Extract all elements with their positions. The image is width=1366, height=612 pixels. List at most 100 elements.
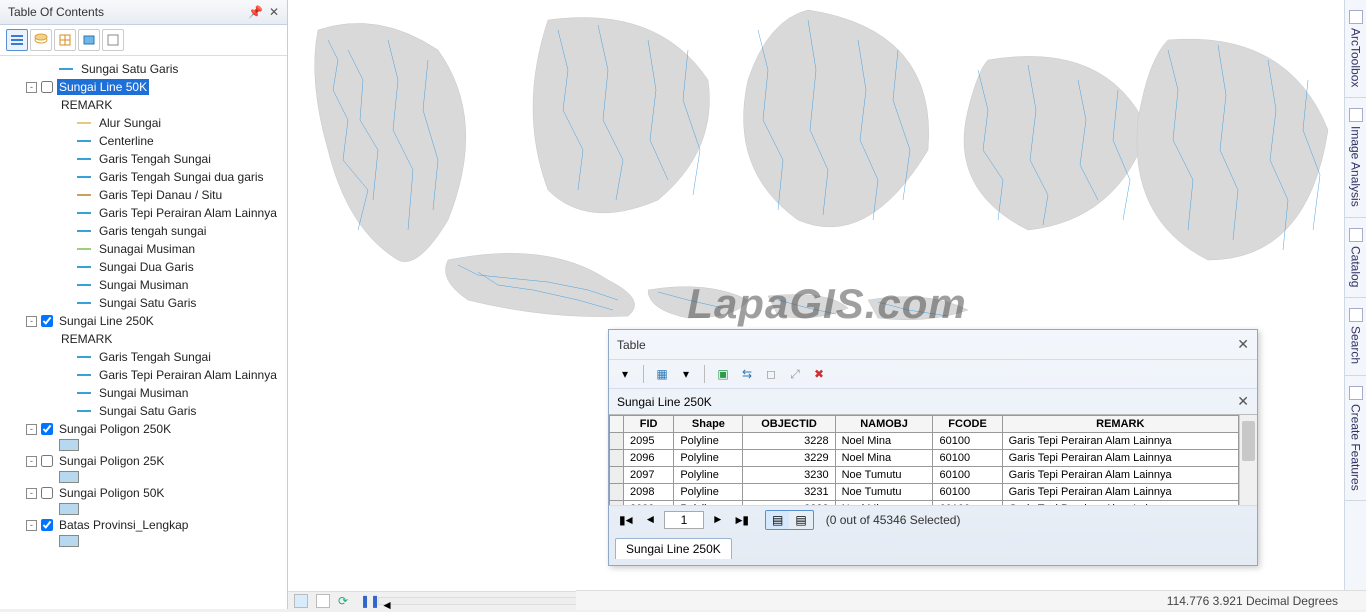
tree-item[interactable]: Sungai Satu Garis	[0, 294, 287, 312]
list-by-source-button[interactable]	[30, 29, 52, 51]
tree-item[interactable]: REMARK	[0, 330, 287, 348]
layer-checkbox[interactable]	[41, 455, 53, 467]
expand-toggle[interactable]: -	[26, 424, 37, 435]
tree-item[interactable]: Garis Tengah Sungai	[0, 150, 287, 168]
select-by-attributes-button[interactable]: ▣	[713, 364, 733, 384]
cell[interactable]: Garis Tepi Perairan Alam Lainnya	[1002, 450, 1238, 467]
side-tab-arctoolbox[interactable]: ArcToolbox	[1345, 0, 1366, 98]
expand-toggle[interactable]: -	[26, 488, 37, 499]
column-header[interactable]: FCODE	[933, 416, 1002, 433]
cell[interactable]: Polyline	[674, 467, 743, 484]
layer-checkbox[interactable]	[41, 423, 53, 435]
cell[interactable]: Noe Tumutu	[835, 484, 933, 501]
cell[interactable]: 2095	[624, 433, 674, 450]
list-by-drawing-order-button[interactable]	[6, 29, 28, 51]
tree-label[interactable]: Batas Provinsi_Lengkap	[57, 517, 190, 533]
cell[interactable]: Noe Tumutu	[835, 467, 933, 484]
pause-icon[interactable]: ❚❚	[360, 594, 374, 608]
cell[interactable]: 60100	[933, 433, 1002, 450]
row-selector[interactable]	[610, 450, 624, 467]
side-tab-catalog[interactable]: Catalog	[1345, 218, 1366, 298]
tree-label[interactable]	[85, 476, 89, 478]
tree-label[interactable]: Sungai Poligon 250K	[57, 421, 173, 437]
cell[interactable]: 3231	[743, 484, 835, 501]
tree-label[interactable]: Garis tengah sungai	[97, 223, 208, 239]
toc-tree[interactable]: Sungai Satu Garis-Sungai Line 50KREMARKA…	[0, 56, 287, 609]
cell[interactable]: 2096	[624, 450, 674, 467]
cell[interactable]: Garis Tepi Perairan Alam Lainnya	[1002, 467, 1238, 484]
zoom-selected-button[interactable]: ⤢	[785, 364, 805, 384]
list-by-visibility-button[interactable]	[54, 29, 76, 51]
tree-label[interactable]: Sunagai Musiman	[97, 241, 197, 257]
tree-item[interactable]: Sungai Musiman	[0, 276, 287, 294]
tree-item[interactable]	[0, 470, 287, 484]
expand-toggle[interactable]: -	[26, 456, 37, 467]
map-area[interactable]: LapaGIS.com ⟳ ❚❚ ◄ Table ✕ ▾ ▦ ▾ ▣ ⇆ ◻ ⤢…	[288, 0, 1366, 609]
cell[interactable]: Noel Mina	[835, 433, 933, 450]
tree-item[interactable]: - Sungai Poligon 50K	[0, 484, 287, 502]
tree-item[interactable]: -Sungai Line 50K	[0, 78, 287, 96]
table-row[interactable]: 2095Polyline3228Noel Mina60100Garis Tepi…	[610, 433, 1239, 450]
tree-label[interactable]: Garis Tengah Sungai dua garis	[97, 169, 266, 185]
delete-selected-button[interactable]: ✖	[809, 364, 829, 384]
cell[interactable]: 3230	[743, 467, 835, 484]
tree-item[interactable]	[0, 502, 287, 516]
tree-label[interactable]: Sungai Line 50K	[57, 79, 149, 95]
column-header[interactable]: NAMOBJ	[835, 416, 933, 433]
tree-item[interactable]: Alur Sungai	[0, 114, 287, 132]
show-selected-button[interactable]: ▤	[789, 511, 812, 529]
tree-item[interactable]: - Sungai Poligon 250K	[0, 420, 287, 438]
tree-item[interactable]: - Sungai Poligon 25K	[0, 452, 287, 470]
side-tab-search[interactable]: Search	[1345, 298, 1366, 375]
tree-label[interactable]: Garis Tengah Sungai	[97, 349, 213, 365]
tree-item[interactable]: Sunagai Musiman	[0, 240, 287, 258]
row-selector[interactable]	[610, 501, 624, 506]
layer-checkbox[interactable]	[41, 81, 53, 93]
tree-label[interactable]: Sungai Satu Garis	[97, 295, 198, 311]
tree-label[interactable]: Garis Tepi Perairan Alam Lainnya	[97, 205, 279, 221]
tree-label[interactable]: Alur Sungai	[97, 115, 163, 131]
table-row[interactable]: 2097Polyline3230Noe Tumutu60100Garis Tep…	[610, 467, 1239, 484]
table-tab[interactable]: Sungai Line 250K	[615, 538, 732, 559]
column-header[interactable]: FID	[624, 416, 674, 433]
close-tab-icon[interactable]: ✕	[1237, 393, 1249, 410]
cell[interactable]: 3229	[743, 450, 835, 467]
cell[interactable]: Garis Tepi Perairan Alam Lainnya	[1002, 501, 1238, 506]
table-titlebar[interactable]: Table ✕	[609, 330, 1257, 359]
tree-label[interactable]: Sungai Dua Garis	[97, 259, 196, 275]
tree-label[interactable]: Sungai Musiman	[97, 277, 190, 293]
last-record-button[interactable]: ►▮	[731, 513, 753, 528]
tree-item[interactable]: Garis Tepi Perairan Alam Lainnya	[0, 366, 287, 384]
tree-label[interactable]: Garis Tengah Sungai	[97, 151, 213, 167]
tree-label[interactable]: Sungai Poligon 25K	[57, 453, 166, 469]
tree-item[interactable]: Centerline	[0, 132, 287, 150]
tree-label[interactable]: Sungai Poligon 50K	[57, 485, 166, 501]
tree-item[interactable]: Garis Tengah Sungai dua garis	[0, 168, 287, 186]
table-options-button[interactable]: ▾	[615, 364, 635, 384]
cell[interactable]: 60100	[933, 467, 1002, 484]
cell[interactable]: Garis Tepi Perairan Alam Lainnya	[1002, 484, 1238, 501]
cell[interactable]: Noel Mina	[835, 501, 933, 506]
tree-item[interactable]: Sungai Satu Garis	[0, 402, 287, 420]
layout-view-tab[interactable]	[316, 594, 330, 608]
data-table[interactable]: FIDShapeOBJECTIDNAMOBJFCODEREMARK2095Pol…	[609, 415, 1239, 505]
column-header[interactable]: OBJECTID	[743, 416, 835, 433]
cell[interactable]: Polyline	[674, 450, 743, 467]
tree-item[interactable]	[0, 534, 287, 548]
prev-record-button[interactable]: ◄	[643, 513, 658, 527]
tree-item[interactable]: Garis Tengah Sungai	[0, 348, 287, 366]
cell[interactable]: Polyline	[674, 484, 743, 501]
side-tab-image-analysis[interactable]: Image Analysis	[1345, 98, 1366, 218]
tree-item[interactable]: Sungai Musiman	[0, 384, 287, 402]
tree-label[interactable]: Sungai Satu Garis	[97, 403, 198, 419]
cell[interactable]: 3232	[743, 501, 835, 506]
cell[interactable]: 60100	[933, 501, 1002, 506]
tree-label[interactable]	[85, 508, 89, 510]
table-row[interactable]: 2098Polyline3231Noe Tumutu60100Garis Tep…	[610, 484, 1239, 501]
table-vertical-scrollbar[interactable]	[1239, 415, 1257, 505]
options-button[interactable]	[102, 29, 124, 51]
layer-checkbox[interactable]	[41, 487, 53, 499]
tree-item[interactable]: -Sungai Line 250K	[0, 312, 287, 330]
first-record-button[interactable]: ▮◄	[615, 513, 637, 528]
pin-icon[interactable]: 📌	[248, 5, 263, 19]
